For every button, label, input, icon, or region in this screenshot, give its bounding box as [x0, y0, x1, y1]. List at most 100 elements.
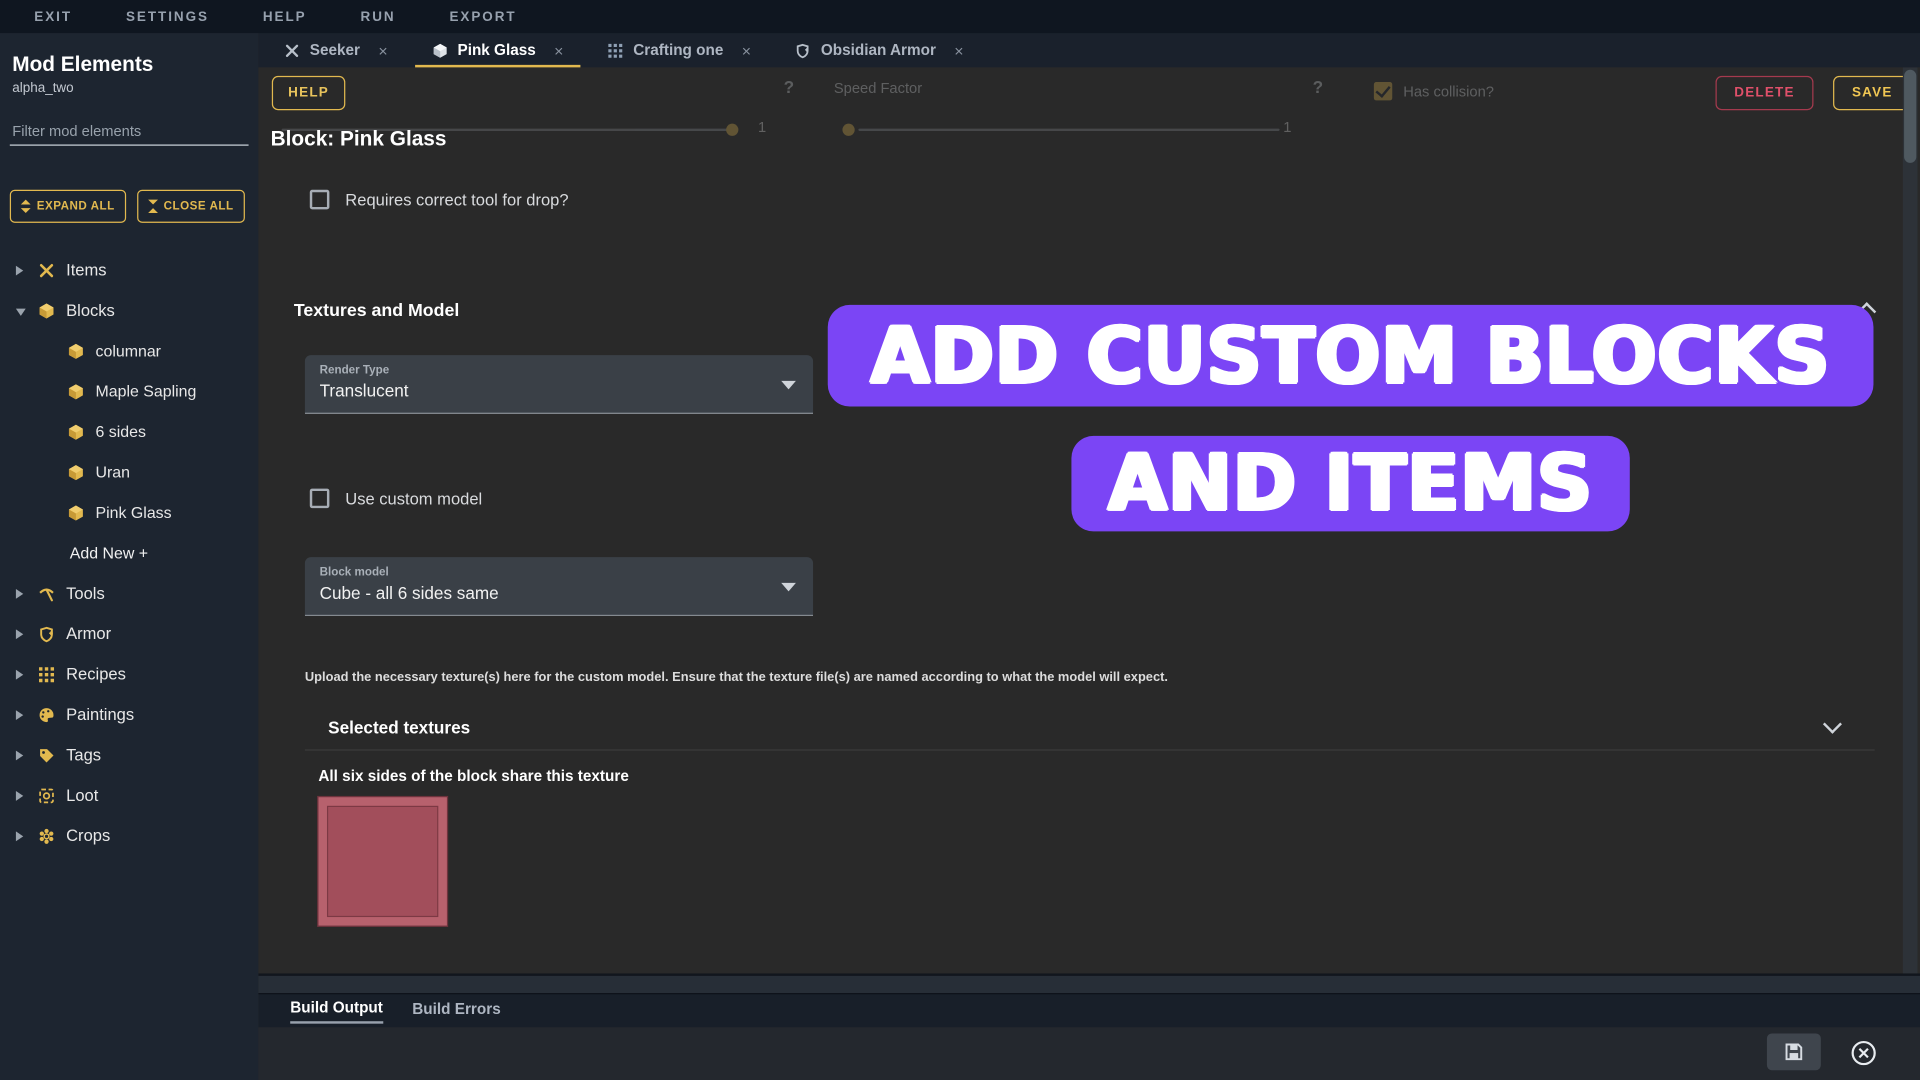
save-log-button[interactable] [1767, 1033, 1821, 1070]
scrollbar-thumb[interactable] [1904, 70, 1916, 163]
block-model-select[interactable]: Block model Cube - all 6 sides same [305, 557, 813, 616]
sidebar-item-6-sides[interactable]: 6 sides [0, 411, 258, 451]
section-title-textures: Textures and Model [294, 301, 459, 321]
add-new-label: Add New + [70, 544, 148, 562]
block-icon [67, 423, 84, 440]
grid-icon [38, 666, 55, 683]
block-icon [67, 383, 84, 400]
close-all-button[interactable]: CLOSE ALL [137, 190, 245, 223]
close-console-button[interactable] [1847, 1036, 1880, 1069]
help-icon: ? [784, 77, 794, 97]
sidebar-item-label: Armor [66, 624, 111, 642]
filter-input[interactable] [10, 118, 249, 146]
close-circle-icon [1850, 1039, 1877, 1066]
use-custom-model-label: Use custom model [345, 489, 482, 507]
tab-build-output[interactable]: Build Output [290, 999, 383, 1023]
chevron-right-icon [16, 746, 27, 764]
requires-tool-checkbox[interactable] [310, 190, 330, 210]
use-custom-model-row: Use custom model [310, 489, 482, 509]
sidebar-item-blocks[interactable]: Blocks [0, 290, 258, 330]
chevron-right-icon [16, 827, 27, 845]
chevron-right-icon [16, 261, 27, 279]
tab-obsidian-armor[interactable]: Obsidian Armor × [778, 33, 981, 67]
slider-value: 1 [1283, 119, 1291, 136]
pickaxe-icon [38, 585, 55, 602]
sidebar-item-label: Crops [66, 827, 110, 845]
menu-run[interactable]: RUN [361, 9, 396, 24]
page-title: Block: Pink Glass [271, 127, 447, 151]
menu-export[interactable]: EXPORT [449, 9, 516, 24]
sidebar-item-uran[interactable]: Uran [0, 452, 258, 492]
block-icon [67, 342, 84, 359]
sidebar-button-row: EXPAND ALL CLOSE ALL [10, 190, 259, 223]
sidebar-item-armor[interactable]: Armor [0, 613, 258, 653]
armor-icon [38, 625, 55, 642]
sidebar-item-crops[interactable]: Crops [0, 816, 258, 856]
tab-label: Pink Glass [457, 42, 535, 59]
tools-icon [38, 261, 55, 278]
sidebar-item-label: Recipes [66, 665, 126, 683]
grid-icon [608, 42, 624, 58]
menu-settings[interactable]: SETTINGS [126, 9, 209, 24]
sidebar-item-tags[interactable]: Tags [0, 735, 258, 775]
expand-all-icon [21, 200, 31, 213]
sidebar-item-loot[interactable]: Loot [0, 775, 258, 815]
sidebar-item-label: Paintings [66, 705, 134, 723]
upload-hint-text: Upload the necessary texture(s) here for… [305, 670, 1168, 685]
caret-down-icon [781, 381, 796, 390]
has-collision-checkbox [1374, 82, 1392, 100]
add-new-element-button[interactable]: Add New + [0, 533, 258, 573]
crops-icon [38, 827, 55, 844]
close-icon[interactable]: × [378, 41, 387, 59]
scrollbar[interactable] [1903, 67, 1918, 973]
console-panel: Build Output Build Errors [258, 973, 1920, 1080]
collapse-section-icon[interactable] [1860, 302, 1873, 315]
chevron-right-icon [16, 665, 27, 683]
sidebar-item-items[interactable]: Items [0, 250, 258, 290]
render-type-select[interactable]: Render Type Translucent [305, 355, 813, 414]
sidebar-item-maple-sapling[interactable]: Maple Sapling [0, 371, 258, 411]
tab-crafting-one[interactable]: Crafting one × [590, 33, 768, 67]
editor-pane: ? Speed Factor ? Has collision? 1 1 HELP… [258, 67, 1920, 973]
console-panel-grip[interactable] [258, 976, 1920, 993]
speed-factor-label: Speed Factor [834, 80, 922, 97]
close-icon[interactable]: × [954, 41, 963, 59]
palette-icon [38, 706, 55, 723]
block-texture-swatch[interactable] [318, 797, 447, 926]
tab-seeker[interactable]: Seeker × [267, 33, 405, 67]
sidebar-item-pink-glass[interactable]: Pink Glass [0, 492, 258, 532]
tab-bar: Seeker × Pink Glass × Crafting one × Obs… [258, 33, 1920, 67]
requires-tool-row: Requires correct tool for drop? [310, 190, 569, 210]
block-icon [67, 504, 84, 521]
chevron-right-icon [16, 705, 27, 723]
texture-note: All six sides of the block share this te… [318, 768, 628, 785]
delete-button[interactable]: DELETE [1716, 76, 1814, 110]
tab-build-errors[interactable]: Build Errors [412, 1000, 500, 1022]
tab-label: Seeker [310, 42, 360, 59]
sidebar-item-label: Tags [66, 746, 101, 764]
tools-icon [284, 42, 300, 58]
sidebar-item-recipes[interactable]: Recipes [0, 654, 258, 694]
expand-section-icon[interactable] [1826, 720, 1839, 733]
menu-exit[interactable]: EXIT [34, 9, 72, 24]
save-button[interactable]: SAVE [1833, 76, 1911, 110]
sidebar-item-paintings[interactable]: Paintings [0, 694, 258, 734]
slider-handle [842, 124, 854, 136]
tab-label: Obsidian Armor [821, 42, 936, 59]
console-tabs: Build Output Build Errors [258, 993, 1920, 1027]
sidebar-item-columnar[interactable]: columnar [0, 331, 258, 371]
console-output-area [258, 1027, 1920, 1080]
select-value: Cube - all 6 sides same [320, 583, 799, 603]
expand-all-button[interactable]: EXPAND ALL [10, 190, 126, 223]
close-icon[interactable]: × [742, 41, 751, 59]
tab-pink-glass[interactable]: Pink Glass × [415, 33, 581, 67]
block-icon [67, 463, 84, 480]
menu-help[interactable]: HELP [263, 9, 307, 24]
use-custom-model-checkbox[interactable] [310, 489, 330, 509]
close-icon[interactable]: × [554, 41, 563, 59]
menubar: EXIT SETTINGS HELP RUN EXPORT [0, 0, 1920, 33]
tab-label: Crafting one [633, 42, 723, 59]
section-divider [305, 749, 1875, 750]
help-button[interactable]: HELP [272, 76, 345, 110]
sidebar-item-tools[interactable]: Tools [0, 573, 258, 613]
